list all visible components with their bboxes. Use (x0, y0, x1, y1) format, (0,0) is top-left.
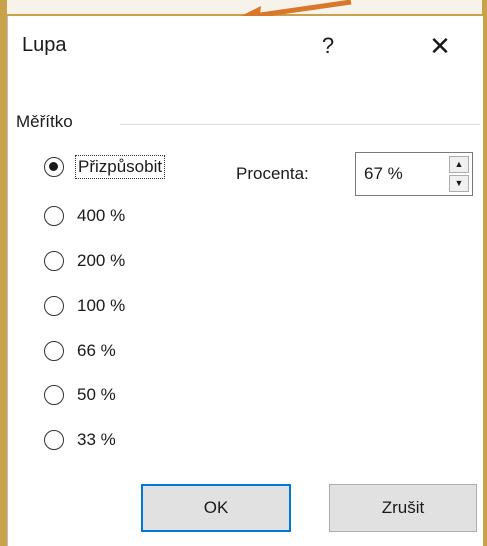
radio-fit[interactable]: Přizpůsobit (44, 152, 166, 182)
group-label-scale: Měřítko (16, 112, 79, 132)
radio-button[interactable] (44, 385, 64, 405)
radio-button[interactable] (44, 296, 64, 316)
percent-label: Procenta: (236, 164, 309, 183)
radio-button[interactable] (44, 157, 64, 177)
radio-label-33: 33 % (77, 430, 116, 449)
radio-66[interactable]: 66 % (44, 336, 116, 366)
radio-label-66: 66 % (77, 341, 116, 360)
chevron-down-icon[interactable]: ▼ (449, 175, 469, 192)
percent-input[interactable]: 67 % (364, 164, 403, 184)
help-button[interactable]: ? (306, 26, 350, 66)
close-icon: ✕ (429, 31, 451, 61)
radio-label-50: 50 % (77, 385, 116, 404)
radio-label-200: 200 % (77, 251, 126, 270)
radio-label-fit: Přizpůsobit (74, 155, 166, 179)
percent-spinner[interactable]: 67 % ▲ ▼ (355, 152, 473, 196)
chevron-up-icon[interactable]: ▲ (449, 156, 469, 173)
radio-400[interactable]: 400 % (44, 201, 125, 231)
radio-50[interactable]: 50 % (44, 380, 116, 410)
radio-label-400: 400 % (77, 206, 126, 225)
dialog-title: Lupa (22, 34, 67, 56)
radio-label-100: 100 % (77, 296, 126, 315)
zoom-dialog: Lupa ? ✕ Měřítko Přizpůsobit 400 % 200 %… (7, 16, 483, 546)
group-divider (120, 124, 480, 125)
radio-33[interactable]: 33 % (44, 425, 116, 455)
radio-button[interactable] (44, 206, 64, 226)
radio-200[interactable]: 200 % (44, 246, 125, 276)
ok-button[interactable]: OK (141, 484, 291, 532)
radio-100[interactable]: 100 % (44, 291, 125, 321)
window-frame-left (0, 0, 7, 546)
radio-button[interactable] (44, 430, 64, 450)
close-button[interactable]: ✕ (418, 26, 462, 66)
spinner-buttons: ▲ ▼ (449, 156, 469, 192)
radio-button[interactable] (44, 251, 64, 271)
dialog-titlebar: Lupa ? ✕ (8, 16, 483, 74)
cancel-button[interactable]: Zrušit (329, 484, 477, 532)
radio-button[interactable] (44, 341, 64, 361)
help-icon: ? (321, 33, 335, 58)
